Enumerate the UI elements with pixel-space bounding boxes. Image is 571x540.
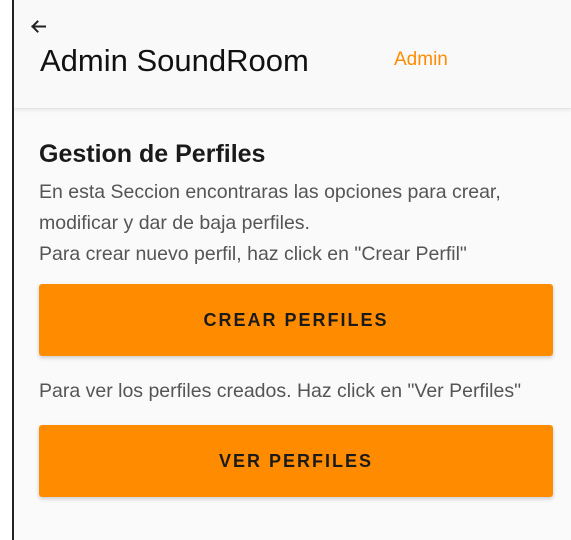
section-title: Gestion de Perfiles xyxy=(39,140,266,168)
app-header: Admin SoundRoom Admin xyxy=(14,0,571,109)
create-instructions: Para crear nuevo perfil, haz click en "C… xyxy=(39,243,467,265)
app-container: Admin SoundRoom Admin Gestion de Perfile… xyxy=(14,0,571,540)
create-profiles-button[interactable]: CREAR PERFILES xyxy=(39,284,553,356)
section-description: En esta Seccion encontraras las opciones… xyxy=(39,181,501,234)
view-profiles-button[interactable]: VER PERFILES xyxy=(39,425,553,497)
app-title: Admin SoundRoom xyxy=(40,43,309,78)
profiles-section: Gestion de Perfiles En esta Seccion enco… xyxy=(39,137,559,497)
view-instructions: Para ver los perfiles creados. Haz click… xyxy=(39,380,522,402)
role-badge: Admin xyxy=(394,49,448,70)
back-arrow-icon[interactable] xyxy=(28,17,48,37)
